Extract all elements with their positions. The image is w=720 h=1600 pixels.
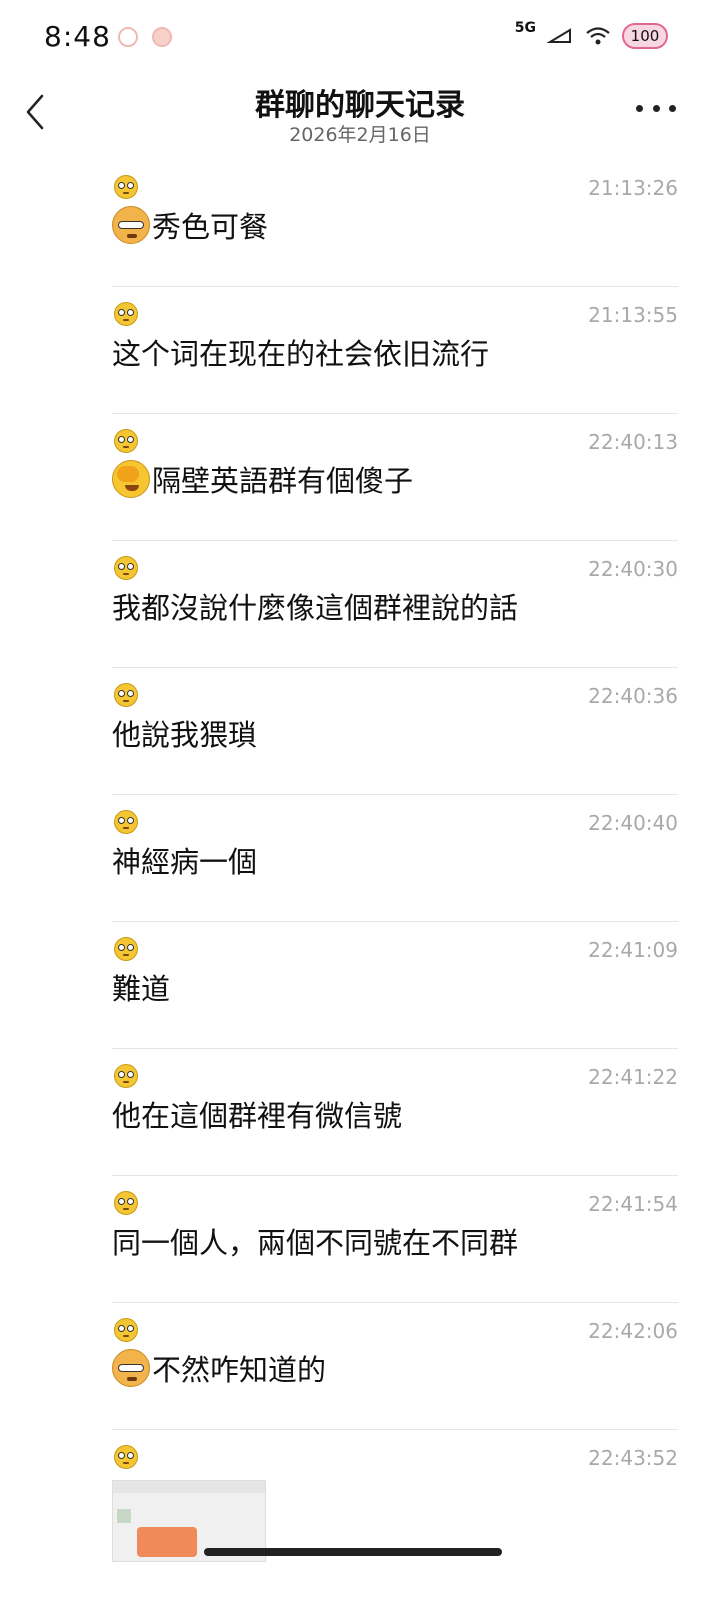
- message-time: 22:41:22: [588, 1065, 678, 1089]
- message-text: 神經病一個: [112, 839, 257, 881]
- message-row[interactable]: 22:42:06 不然咋知道的: [112, 1303, 678, 1430]
- avatar[interactable]: [114, 429, 138, 453]
- message-time: 21:13:55: [588, 303, 678, 327]
- message-row[interactable]: 22:41:54 同一個人，兩個不同號在不同群: [112, 1176, 678, 1303]
- avatar[interactable]: [114, 175, 138, 199]
- avatar[interactable]: [114, 1318, 138, 1342]
- avatar[interactable]: [114, 1445, 138, 1469]
- message-content: 隔壁英語群有個傻子: [152, 464, 414, 498]
- status-bar: 8:48 5G 100: [0, 0, 720, 76]
- status-time: 8:48: [44, 20, 111, 53]
- message-content: 他在這個群裡有微信號: [112, 1099, 403, 1133]
- message-text: 難道: [112, 966, 170, 1008]
- message-text: 他說我猥瑣: [112, 712, 257, 754]
- doge-emoji-icon: [112, 206, 150, 244]
- message-row[interactable]: 22:41:22 他在這個群裡有微信號: [112, 1049, 678, 1176]
- wifi-icon: [586, 27, 610, 45]
- message-time: 22:40:36: [588, 684, 678, 708]
- message-content: 这个词在现在的社会依旧流行: [112, 337, 490, 371]
- message-row[interactable]: 22:40:40 神經病一個: [112, 795, 678, 922]
- avatar[interactable]: [114, 302, 138, 326]
- thumbnail-photo: [137, 1527, 197, 1557]
- message-content: 秀色可餐: [152, 210, 269, 244]
- message-text: 秀色可餐: [112, 204, 268, 246]
- thumbnail-statusbar: [113, 1481, 265, 1493]
- more-dot-icon: [652, 104, 660, 112]
- doge-emoji-icon: [112, 1349, 150, 1387]
- message-content: 他說我猥瑣: [112, 718, 258, 752]
- message-text: 隔壁英語群有個傻子: [112, 458, 413, 500]
- message-content: 難道: [112, 972, 171, 1006]
- message-time: 22:40:13: [588, 430, 678, 454]
- message-content: 神經病一個: [112, 845, 258, 879]
- message-text: 他在這個群裡有微信號: [112, 1093, 402, 1135]
- avatar[interactable]: [114, 683, 138, 707]
- battery-level: 100: [622, 23, 668, 49]
- thumbnail-avatar: [117, 1509, 131, 1523]
- message-content: 不然咋知道的: [152, 1353, 327, 1387]
- facepalm-emoji-icon: [112, 460, 150, 498]
- message-time: 22:41:09: [588, 938, 678, 962]
- message-text: 不然咋知道的: [112, 1347, 326, 1389]
- home-indicator[interactable]: [204, 1548, 502, 1556]
- status-indicators: 5G 100: [514, 20, 668, 50]
- message-text: 这个词在现在的社会依旧流行: [112, 331, 489, 373]
- message-time: 22:43:52: [588, 1446, 678, 1470]
- message-content: 同一個人，兩個不同號在不同群: [112, 1226, 519, 1260]
- message-time: 22:41:54: [588, 1192, 678, 1216]
- message-row[interactable]: 21:13:26 秀色可餐: [112, 160, 678, 287]
- more-options-button[interactable]: [636, 96, 676, 120]
- message-row[interactable]: 22:40:36 他說我猥瑣: [112, 668, 678, 795]
- message-row[interactable]: 22:41:09 難道: [112, 922, 678, 1049]
- message-content: 我都沒說什麼像這個群裡說的話: [112, 591, 519, 625]
- notification-icon: [152, 27, 172, 47]
- more-dot-icon: [669, 104, 676, 112]
- message-row[interactable]: 22:40:13 隔壁英語群有個傻子: [112, 414, 678, 541]
- avatar[interactable]: [114, 810, 138, 834]
- notification-icon: [118, 27, 138, 47]
- network-type: 5G: [514, 20, 536, 36]
- signal-icon: [546, 28, 571, 43]
- message-time: 22:42:06: [588, 1319, 678, 1343]
- page-date: 2026年2月16日: [289, 124, 431, 146]
- message-text: 我都沒說什麼像這個群裡說的話: [112, 585, 518, 627]
- page-title: 群聊的聊天记录: [255, 88, 465, 123]
- message-row[interactable]: 21:13:55 这个词在现在的社会依旧流行: [112, 287, 678, 414]
- message-text: 同一個人，兩個不同號在不同群: [112, 1220, 518, 1262]
- message-time: 22:40:30: [588, 557, 678, 581]
- avatar[interactable]: [114, 1191, 138, 1215]
- message-time: 22:40:40: [588, 811, 678, 835]
- more-dot-icon: [636, 104, 643, 112]
- message-time: 21:13:26: [588, 176, 678, 200]
- avatar[interactable]: [114, 937, 138, 961]
- avatar[interactable]: [114, 556, 138, 580]
- message-row[interactable]: 22:43:52: [112, 1430, 678, 1562]
- nav-bar: 群聊的聊天记录 2026年2月16日: [0, 76, 720, 156]
- message-row[interactable]: 22:40:30 我都沒說什麼像這個群裡說的話: [112, 541, 678, 668]
- avatar[interactable]: [114, 1064, 138, 1088]
